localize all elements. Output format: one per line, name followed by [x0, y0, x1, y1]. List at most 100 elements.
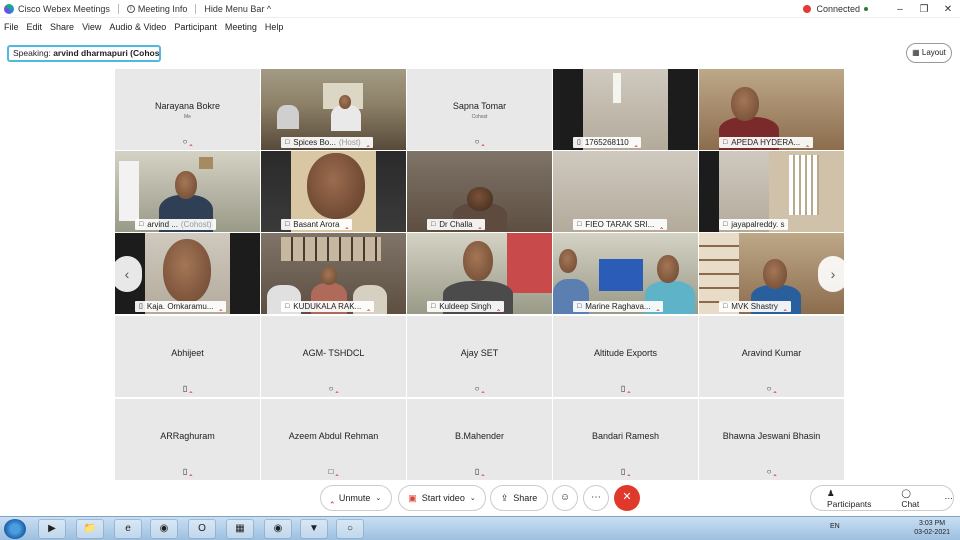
participant-tile[interactable]: □ Kuldeep Singh ‸ [407, 233, 552, 314]
video-icon: □ [723, 221, 728, 228]
video-off-icon: ○ [182, 137, 188, 146]
participant-tile[interactable]: □ Marine Raghava... ‸ [553, 233, 698, 314]
more-options-icon[interactable]: ⋯ [583, 485, 609, 511]
restore-icon[interactable]: ❐ [912, 4, 936, 15]
mic-muted-icon: ‸ [189, 384, 193, 393]
menu-participant[interactable]: Participant [174, 22, 217, 32]
video-icon: □ [285, 221, 290, 228]
chrome-icon[interactable]: ◉ [150, 519, 178, 539]
participant-tile[interactable]: Aravind Kumar ○ ‸ [699, 316, 844, 397]
phone-icon: ▯ [474, 467, 480, 476]
mic-muted-icon: ‸ [481, 137, 485, 146]
participant-tile[interactable]: □ KUDUKALA RAK... ‸ [261, 233, 406, 314]
participant-name: Aravind Kumar [741, 348, 802, 358]
participant-tile[interactable]: Bhawna Jeswani Bhasin ○ ‸ [699, 399, 844, 480]
more-panels-icon[interactable]: ⋯ [945, 493, 954, 504]
menu-edit[interactable]: Edit [27, 22, 43, 32]
menu-bar: File Edit Share View Audio & Video Parti… [0, 19, 291, 35]
start-video-button[interactable]: ▣ Start video ⌄ [398, 485, 486, 511]
menu-view[interactable]: View [82, 22, 101, 32]
participant-tile-active-speaker[interactable]: □ arvind ... (Cohost) [115, 151, 260, 232]
menu-audio-video[interactable]: Audio & Video [109, 22, 166, 32]
connection-status[interactable]: Connected [803, 4, 868, 14]
menu-file[interactable]: File [4, 22, 19, 32]
mic-muted-icon: ‸ [481, 467, 485, 476]
mic-muted-icon: ‸ [219, 302, 223, 311]
previous-page-icon[interactable]: ‹ [112, 256, 142, 292]
mic-muted-icon: ‸ [627, 467, 631, 476]
participant-label: □ Dr Challa ‸ [427, 219, 486, 230]
participant-tile[interactable]: Bandari Ramesh ▯ ‸ [553, 399, 698, 480]
participant-label: □ APEDA HYDERA... ‸ [719, 137, 813, 148]
minimize-icon[interactable]: – [888, 4, 912, 15]
mic-muted-icon: ‸ [783, 302, 787, 311]
participant-tile[interactable]: Narayana Bokre Me ○ ‸ [115, 69, 260, 150]
participant-tile[interactable]: Azeem Abdul Rehman □ ‸ [261, 399, 406, 480]
participant-tile[interactable]: □ jayapalreddy. s [699, 151, 844, 232]
participant-tile[interactable]: □ Dr Challa ‸ [407, 151, 552, 232]
participant-name: Bhawna Jeswani Bhasin [722, 431, 821, 441]
end-call-button[interactable]: ✕ [614, 485, 640, 511]
participant-tile[interactable]: ARRaghuram ▯ ‸ [115, 399, 260, 480]
camera-app-icon[interactable]: ◉ [264, 519, 292, 539]
participant-tile[interactable]: □ APEDA HYDERA... ‸ [699, 69, 844, 150]
internet-explorer-icon[interactable]: e [114, 519, 142, 539]
video-off-icon: ○ [474, 384, 480, 393]
participant-role: Cohost [471, 114, 488, 120]
chevron-down-icon[interactable]: ⌄ [470, 494, 476, 502]
participant-role: Me [184, 114, 191, 120]
menu-help[interactable]: Help [265, 22, 284, 32]
layout-icon: ▦ [912, 48, 920, 57]
system-clock[interactable]: 3:03 PM 03-02-2021 [914, 519, 950, 537]
mic-muted-icon: ‸ [806, 138, 809, 147]
participant-name: Azeem Abdul Rehman [288, 431, 379, 441]
participant-label: □ arvind ... (Cohost) [135, 219, 216, 230]
participant-grid: Narayana Bokre Me ○ ‸ □ Spices Bo... (Host… [115, 69, 845, 480]
hide-menu-bar-button[interactable]: Hide Menu Bar ^ [204, 4, 271, 14]
participants-icon: ♟ [827, 487, 835, 498]
menu-share[interactable]: Share [50, 22, 74, 32]
windows-taskbar: ▶ 📁 e ◉ O ▦ ◉ ▼ ○ EN 3:03 PM 03-02-2021 [0, 516, 960, 540]
media-player-icon[interactable]: ▶ [38, 519, 66, 539]
participant-name: Bandari Ramesh [591, 431, 660, 441]
phone-icon: ▯ [620, 467, 626, 476]
language-indicator[interactable]: EN [830, 523, 840, 530]
close-icon[interactable]: ✕ [936, 4, 960, 15]
participant-tile[interactable]: B.Mahender ▯ ‸ [407, 399, 552, 480]
participant-tile[interactable]: Abhijeet ▯ ‸ [115, 316, 260, 397]
title-bar: Cisco Webex Meetings i Meeting Info Hide… [0, 0, 960, 18]
share-button[interactable]: ⇪ Share [490, 485, 548, 511]
menu-meeting[interactable]: Meeting [225, 22, 257, 32]
participant-tile[interactable]: □ Basant Arora ‸ [261, 151, 406, 232]
chat-button[interactable]: ◯ Chat [893, 488, 936, 509]
shield-app-icon[interactable]: ▼ [300, 519, 328, 539]
participants-button[interactable]: ♟ Participants [819, 488, 885, 509]
chevron-down-icon[interactable]: ⌄ [375, 494, 381, 502]
layout-button[interactable]: ▦ Layout [906, 43, 952, 63]
participant-tile[interactable]: Sapna Tomar Cohost ○ ‸ [407, 69, 552, 150]
file-explorer-icon[interactable]: 📁 [76, 519, 104, 539]
meeting-info-button[interactable]: i Meeting Info [126, 4, 187, 14]
participant-tile[interactable]: □ Spices Bo... (Host) ‸ [261, 69, 406, 150]
participant-tile[interactable]: □ FIEO TARAK SRI... ‸ [553, 151, 698, 232]
mic-muted-icon: ‸ [345, 220, 349, 229]
participant-label: □ Basant Arora ‸ [281, 219, 353, 230]
video-icon: □ [285, 139, 290, 146]
unmute-button[interactable]: ‸ Unmute ⌄ [320, 485, 392, 511]
participant-tile[interactable]: Altitude Exports ▯ ‸ [553, 316, 698, 397]
video-icon: □ [139, 221, 144, 228]
document-icon[interactable]: ▦ [226, 519, 254, 539]
webex-taskbar-icon[interactable]: ○ [336, 519, 364, 539]
next-page-icon[interactable]: › [818, 256, 848, 292]
opera-icon[interactable]: O [188, 519, 216, 539]
participant-label: □ Spices Bo... (Host) ‸ [281, 137, 374, 148]
participant-tile[interactable]: ▯ 1765268110 ‸ [553, 69, 698, 150]
participant-tile[interactable]: AGM- TSHDCL ○ ‸ [261, 316, 406, 397]
participant-label: □ FIEO TARAK SRI... ‸ [573, 219, 668, 230]
video-off-icon: ○ [328, 384, 334, 393]
mic-muted-icon: ‸ [773, 384, 777, 393]
app-title: Cisco Webex Meetings [0, 3, 110, 14]
reactions-icon[interactable]: ☺ [552, 485, 578, 511]
participant-tile[interactable]: Ajay SET ○ ‸ [407, 316, 552, 397]
start-button-icon[interactable] [4, 519, 26, 539]
